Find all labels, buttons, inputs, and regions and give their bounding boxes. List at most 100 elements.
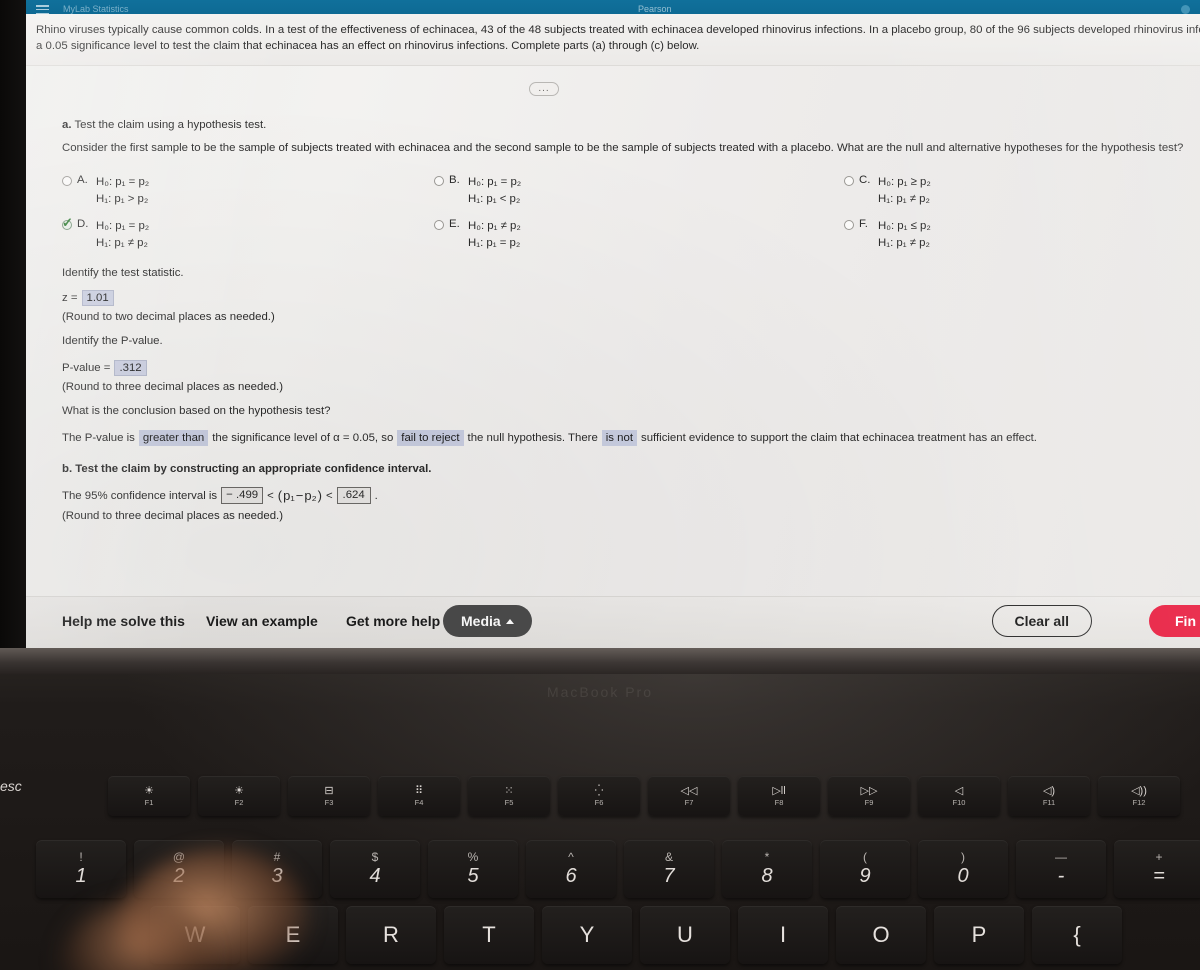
key-y[interactable]: Y — [542, 906, 632, 964]
key-shift-label: & — [664, 849, 673, 864]
ci-upper-input[interactable]: .624 — [336, 487, 371, 504]
brightness-down-icon: ☀ — [144, 785, 154, 797]
option-f-alt: H₁: p₁ ≠ p₂ — [878, 237, 930, 249]
key-t[interactable]: T — [444, 906, 534, 964]
media-button[interactable]: Media — [443, 605, 532, 637]
conclusion-text-3: the null hypothesis. There — [467, 432, 598, 444]
key-f3[interactable]: ⊟ F3 — [288, 776, 370, 816]
z-value-input[interactable]: 1.01 — [81, 290, 114, 306]
clear-all-button[interactable]: Clear all — [991, 605, 1092, 637]
key-e[interactable]: E — [248, 906, 338, 964]
ci-paren-close: ) — [317, 487, 322, 503]
key-f10[interactable]: ◁ F10 — [918, 776, 1000, 816]
key-3[interactable]: #3 — [232, 840, 322, 898]
key-8[interactable]: * 8 — [722, 840, 812, 898]
key-p[interactable]: P — [934, 906, 1024, 964]
key-f1[interactable]: ☀ F1 — [108, 776, 190, 816]
help-me-solve-this-button[interactable]: Help me solve this — [62, 613, 185, 629]
option-e-letter: E. — [449, 218, 460, 230]
key-4[interactable]: $4 — [330, 840, 420, 898]
key-f7[interactable]: ◁◁ F7 — [648, 776, 730, 816]
fast-forward-icon: ▷▷ — [860, 785, 878, 797]
radio-c[interactable] — [844, 176, 854, 186]
key-label: 8 — [761, 864, 773, 887]
finish-button[interactable]: Fin — [1149, 605, 1200, 637]
option-b-letter: B. — [449, 174, 460, 186]
hamburger-icon[interactable] — [36, 5, 49, 14]
key-=[interactable]: + = — [1114, 840, 1200, 898]
key-f5[interactable]: ⁙ F5 — [468, 776, 550, 816]
z-answer-row: z = 1.01 — [62, 290, 114, 306]
pvalue-label: P-value = — [62, 362, 111, 374]
key-o[interactable]: O — [836, 906, 926, 964]
pvalue-input[interactable]: .312 — [114, 360, 147, 376]
key-w[interactable]: W — [150, 906, 240, 964]
key-u[interactable]: U — [640, 906, 730, 964]
key-shift-label: ( — [863, 849, 867, 864]
conclusion-dropdown-evidence[interactable]: is not — [601, 430, 638, 446]
conclusion-prompt: What is the conclusion based on the hypo… — [62, 405, 331, 417]
confidence-interval-row: The 95% confidence interval is − .499 < … — [62, 487, 378, 504]
conclusion-dropdown-comparison[interactable]: greater than — [138, 430, 209, 446]
ci-prefix: The 95% confidence interval is — [62, 489, 218, 502]
answer-body: a. Test the claim using a hypothesis tes… — [26, 66, 1200, 596]
letter-key-row: W E R T Y U I O P { — [150, 906, 1122, 964]
radio-e[interactable] — [434, 220, 444, 230]
radio-a[interactable] — [62, 176, 72, 186]
key-f6[interactable]: ⁛ F6 — [558, 776, 640, 816]
option-b[interactable]: B. H₀: p₁ = p₂ H₁: p₁ < p₂ — [434, 174, 521, 208]
question-banner: Rhino viruses typically cause common col… — [26, 14, 1200, 66]
key--[interactable]: — - — [1016, 840, 1106, 898]
option-d-letter: D. — [77, 218, 89, 230]
key-label: F2 — [234, 798, 244, 807]
ci-lower-input[interactable]: − .499 — [221, 487, 264, 504]
key-1[interactable]: ! 1 — [36, 840, 126, 898]
option-f[interactable]: F. H₀: p₁ ≤ p₂ H₁: p₁ ≠ p₂ — [844, 218, 931, 252]
radio-f[interactable] — [844, 220, 854, 230]
view-an-example-button[interactable]: View an example — [206, 613, 318, 629]
key-shift-label: % — [467, 849, 479, 864]
key-esc[interactable]: esc — [0, 778, 22, 794]
homework-page: Rhino viruses typically cause common col… — [26, 14, 1200, 648]
radio-d[interactable]: ✓ — [62, 216, 73, 230]
key-label: W — [184, 922, 206, 947]
option-c[interactable]: C. H₀: p₁ ≥ p₂ H₁: p₁ ≠ p₂ — [844, 174, 931, 208]
key-f11[interactable]: ◁) F11 — [1008, 776, 1090, 816]
key-9[interactable]: (9 — [820, 840, 910, 898]
conclusion-text-4: sufficient evidence to support the claim… — [641, 432, 1037, 444]
key-f4[interactable]: ⠿ F4 — [378, 776, 460, 816]
option-d[interactable]: ✓ D. H₀: p₁ = p₂ H₁: p₁ ≠ p₂ — [62, 216, 149, 252]
keyboard-brightness-down-icon: ⁙ — [504, 785, 514, 797]
key-f8[interactable]: ▷ll F8 — [738, 776, 820, 816]
question-line-1: Rhino viruses typically cause common col… — [36, 24, 1200, 36]
get-more-help-button[interactable]: Get more help — [346, 613, 454, 629]
key-label: F8 — [774, 798, 784, 807]
option-f-letter: F. — [859, 218, 868, 230]
key-label: U — [677, 922, 693, 947]
key-0[interactable]: ) 0 — [918, 840, 1008, 898]
ci-p1: p₁ — [283, 487, 295, 503]
app-top-bar: MyLab Statistics Pearson — [26, 0, 1200, 14]
key-f12[interactable]: ◁)) F12 — [1098, 776, 1180, 816]
conclusion-dropdown-decision[interactable]: fail to reject — [397, 430, 464, 446]
option-a[interactable]: A. H₀: p₁ = p₂ H₁: p₁ > p₂ — [62, 174, 149, 208]
key-label: 7 — [663, 864, 675, 887]
key-6[interactable]: ^ 6 — [526, 840, 616, 898]
key-7[interactable]: & 7 — [624, 840, 714, 898]
mute-icon: ◁ — [954, 785, 964, 797]
question-statement: Rhino viruses typically cause common col… — [36, 22, 1200, 54]
key-{[interactable]: { — [1032, 906, 1122, 964]
key-f9[interactable]: ▷▷ F9 — [828, 776, 910, 816]
key-5[interactable]: % 5 — [428, 840, 518, 898]
key-i[interactable]: I — [738, 906, 828, 964]
key-label: 6 — [565, 864, 577, 887]
key-2[interactable]: @2 — [134, 840, 224, 898]
key-shift-label: @ — [172, 849, 186, 864]
key-f2[interactable]: ☀ F2 — [198, 776, 280, 816]
key-shift-label: ^ — [568, 849, 574, 864]
key-label: 9 — [859, 864, 871, 887]
user-avatar-icon[interactable] — [1181, 5, 1190, 14]
option-e[interactable]: E. H₀: p₁ ≠ p₂ H₁: p₁ = p₂ — [434, 218, 521, 252]
radio-b[interactable] — [434, 176, 444, 186]
key-r[interactable]: R — [346, 906, 436, 964]
